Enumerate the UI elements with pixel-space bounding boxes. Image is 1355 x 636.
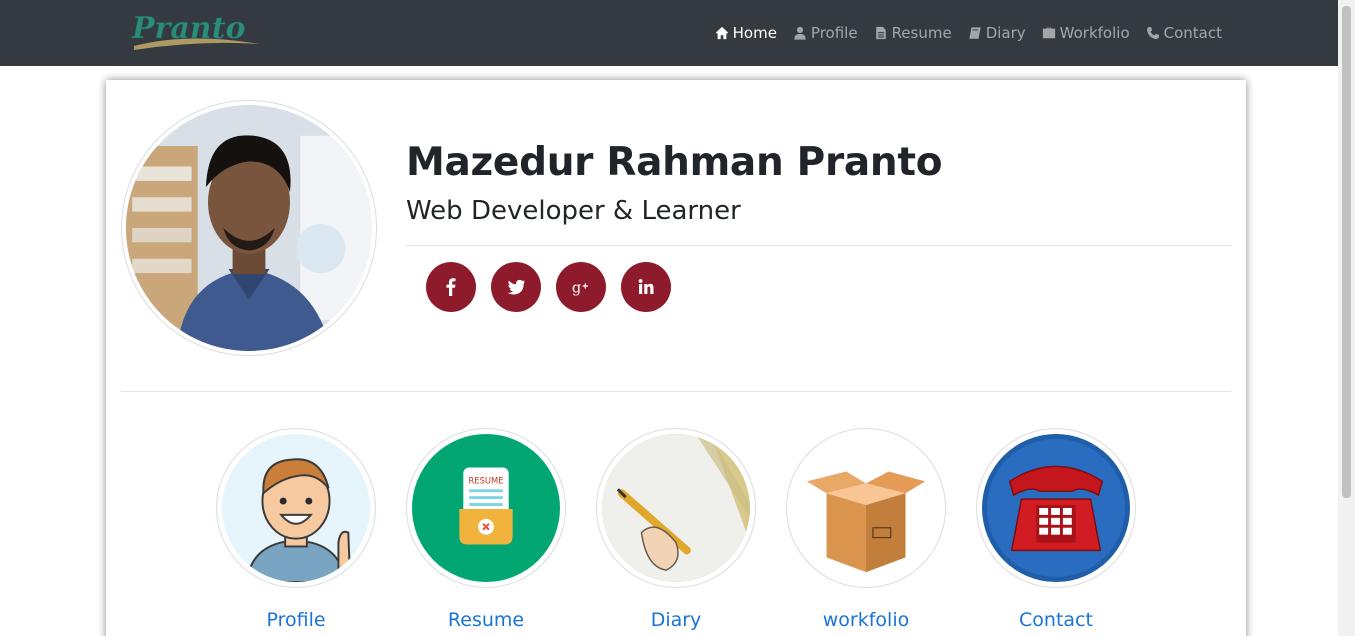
tile-profile[interactable]: Profile xyxy=(216,428,376,631)
social-links: g xyxy=(426,262,671,312)
resume-tile-image: RESUME xyxy=(406,428,566,588)
nav-profile-label: Profile xyxy=(810,24,858,42)
section-divider xyxy=(121,391,1231,392)
tile-profile-label: Profile xyxy=(266,609,326,631)
nav-contact-label: Contact xyxy=(1163,24,1222,42)
tile-resume[interactable]: RESUME Resume xyxy=(406,428,566,631)
twitter-button[interactable] xyxy=(491,262,541,312)
quick-links: Profile RESUME Resume Diary workfolio Co… xyxy=(216,428,1136,631)
tile-workfolio[interactable]: workfolio xyxy=(786,428,946,631)
tile-resume-label: Resume xyxy=(447,609,525,631)
box-icon xyxy=(792,434,940,582)
nav-workfolio-label: Workfolio xyxy=(1059,24,1130,42)
avatar-photo xyxy=(126,105,372,351)
resume-icon: RESUME xyxy=(412,434,560,582)
facebook-button[interactable] xyxy=(426,262,476,312)
linkedin-icon xyxy=(638,279,654,294)
profile-tile-image xyxy=(216,428,376,588)
diary-icon xyxy=(602,434,750,582)
profile-card: Mazedur Rahman Pranto Web Developer & Le… xyxy=(106,80,1246,636)
tile-diary-label: Diary xyxy=(650,609,702,631)
nav-home[interactable]: Home xyxy=(715,24,777,42)
nav-contact[interactable]: Contact xyxy=(1146,24,1222,42)
user-icon xyxy=(794,26,806,40)
svg-text:RESUME: RESUME xyxy=(468,475,503,485)
contact-tile-image xyxy=(976,428,1136,588)
nav-home-label: Home xyxy=(732,24,777,42)
workfolio-tile-image xyxy=(786,428,946,588)
profile-tagline: Web Developer & Learner xyxy=(406,196,741,226)
diary-tile-image xyxy=(596,428,756,588)
nav-profile[interactable]: Profile xyxy=(793,24,858,42)
navbar: Pranto Home Profile Resume Diary Workfol… xyxy=(0,0,1338,66)
scrollbar-thumb[interactable] xyxy=(1342,6,1351,498)
divider xyxy=(406,245,1231,246)
profile-name: Mazedur Rahman Pranto xyxy=(406,140,943,185)
tile-contact[interactable]: Contact xyxy=(976,428,1136,631)
book-icon xyxy=(969,27,981,39)
google-plus-icon: g xyxy=(572,280,588,296)
nav-resume[interactable]: Resume xyxy=(874,24,952,42)
nav-resume-label: Resume xyxy=(891,24,952,42)
svg-text:g: g xyxy=(572,280,581,296)
brand-logo[interactable]: Pranto xyxy=(128,8,264,56)
page-scrollbar[interactable] xyxy=(1338,0,1355,636)
profile-avatar-icon xyxy=(222,434,370,582)
nav-workfolio[interactable]: Workfolio xyxy=(1042,24,1130,42)
facebook-icon xyxy=(446,278,456,296)
nav-diary[interactable]: Diary xyxy=(968,24,1026,42)
file-icon xyxy=(875,26,886,40)
google-plus-button[interactable]: g xyxy=(556,262,606,312)
phone-icon xyxy=(1146,26,1159,40)
svg-text:Pranto: Pranto xyxy=(131,11,245,46)
briefcase-icon xyxy=(1042,27,1055,39)
tile-contact-label: Contact xyxy=(1019,609,1093,631)
twitter-icon xyxy=(507,279,525,295)
main-nav: Home Profile Resume Diary Workfolio Cont… xyxy=(715,0,1222,66)
avatar xyxy=(121,100,377,356)
home-icon xyxy=(715,26,728,40)
nav-diary-label: Diary xyxy=(985,24,1026,42)
tile-diary[interactable]: Diary xyxy=(596,428,756,631)
linkedin-button[interactable] xyxy=(621,262,671,312)
tile-workfolio-label: workfolio xyxy=(822,609,910,631)
telephone-icon xyxy=(982,434,1130,582)
